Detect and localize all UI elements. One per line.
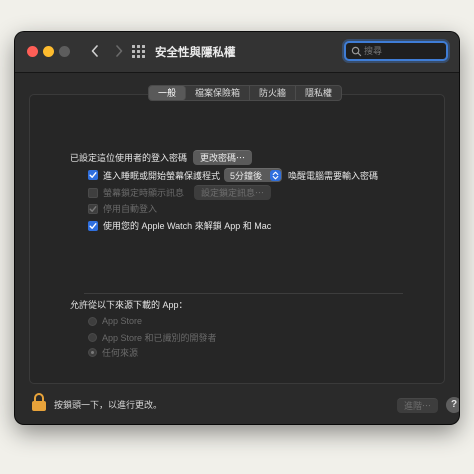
downloads-heading-row: 允許從以下來源下載的 App： (70, 298, 188, 311)
general-panel: 已設定這位使用者的登入密碼 更改密碼⋯ 進入睡眠或開始螢幕保護程式 5分鐘後 喚… (29, 94, 445, 384)
minimize-window-button[interactable] (43, 46, 54, 57)
disable-auto-login-label: 停用自動登入 (103, 204, 158, 214)
tab-filevault[interactable]: 檔案保險箱 (186, 86, 251, 100)
download-option-anywhere[interactable]: 任何來源 (88, 346, 138, 359)
sleep-checkbox[interactable] (88, 170, 98, 180)
lock-icon (32, 393, 46, 411)
password-label: 已設定這位使用者的登入密碼 (70, 153, 188, 163)
lock-button[interactable] (31, 392, 47, 412)
tab-bar: 一般 檔案保險箱 防火牆 隱私權 (148, 85, 343, 101)
show-all-button[interactable] (132, 45, 146, 59)
title-bar: 安全性與隱私權 (15, 32, 459, 73)
chevron-right-icon (116, 45, 123, 57)
window-title: 安全性與隱私權 (155, 47, 236, 59)
download-option-app-store[interactable]: App Store (88, 316, 142, 326)
grid-icon (132, 45, 145, 58)
require-password-suffix: 喚醒電腦需要輸入密碼 (288, 170, 379, 181)
lock-hint-text: 按鎖頭一下，以進行更改。 (54, 400, 163, 410)
show-message-row: 螢幕鎖定時顯示訊息 設定鎖定訊息⋯ (88, 185, 272, 200)
radio-app-store[interactable] (88, 316, 97, 326)
apple-watch-checkbox[interactable] (88, 220, 98, 231)
checkmark-icon (89, 222, 97, 229)
back-button[interactable] (87, 43, 103, 59)
require-password-value: 5分鐘後 (230, 171, 263, 181)
radio-label: 任何來源 (102, 348, 139, 358)
zoom-window-button[interactable] (59, 46, 70, 57)
search-field[interactable] (344, 41, 448, 61)
sleep-checkbox-label: 進入睡眠或開始螢幕保護程式 (103, 170, 221, 181)
search-input[interactable] (364, 44, 442, 58)
downloads-heading: 允許從以下來源下載的 App： (70, 300, 188, 310)
tab-general[interactable]: 一般 (149, 86, 187, 100)
set-lock-message-button[interactable]: 設定鎖定訊息⋯ (194, 185, 272, 200)
show-message-checkbox[interactable] (88, 187, 98, 198)
disable-auto-login-row: 停用自動登入 (88, 202, 157, 215)
chevron-left-icon (91, 45, 98, 57)
password-row: 已設定這位使用者的登入密碼 更改密碼⋯ (70, 150, 253, 165)
change-password-button[interactable]: 更改密碼⋯ (193, 150, 253, 165)
forward-button[interactable] (111, 43, 127, 59)
show-message-label: 螢幕鎖定時顯示訊息 (103, 188, 185, 198)
radio-anywhere[interactable] (88, 348, 97, 357)
search-icon (351, 46, 362, 57)
preferences-window: 安全性與隱私權 一般 檔案保險箱 防火牆 隱私權 已設定這位使用者的登入密碼 更… (15, 32, 459, 424)
checkmark-icon (89, 172, 97, 178)
tab-privacy[interactable]: 隱私權 (296, 86, 341, 100)
require-password-select[interactable]: 5分鐘後 (224, 168, 283, 182)
close-window-button[interactable] (27, 46, 38, 57)
apple-watch-row: 使用您的 Apple Watch 來解鎖 App 和 Mac (88, 219, 271, 232)
select-stepper-icon (270, 170, 282, 181)
download-option-identified[interactable]: App Store 和已識別的開發者 (88, 331, 217, 344)
advanced-button[interactable]: 進階⋯ (397, 398, 439, 413)
section-divider (84, 293, 403, 294)
tab-firewall[interactable]: 防火牆 (250, 86, 297, 100)
disable-auto-login-checkbox[interactable] (88, 203, 98, 214)
radio-label: App Store (102, 316, 143, 326)
apple-watch-label: 使用您的 Apple Watch 來解鎖 App 和 Mac (103, 221, 272, 231)
radio-identified-developers[interactable] (88, 333, 97, 342)
checkmark-icon (89, 205, 97, 212)
help-button[interactable]: ? (446, 397, 459, 413)
sleep-password-row: 進入睡眠或開始螢幕保護程式 5分鐘後 喚醒電腦需要輸入密碼 (88, 168, 378, 182)
radio-label: App Store 和已識別的開發者 (102, 333, 217, 343)
